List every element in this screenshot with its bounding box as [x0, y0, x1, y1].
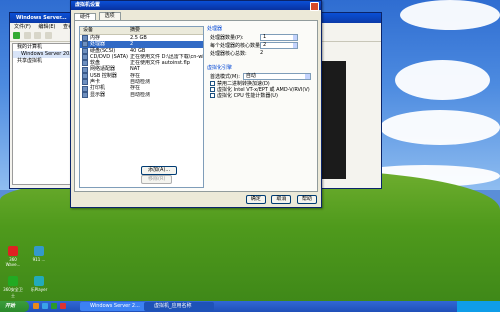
desktop-icon[interactable]: 911 ...	[29, 246, 49, 262]
hard-disk-icon	[82, 47, 88, 54]
device-name: 显示器	[90, 91, 106, 98]
processor-count-row: 处理器数量(P): 1	[207, 33, 311, 41]
close-icon[interactable]	[310, 2, 319, 11]
checkbox-label: 虚拟化 CPU 性能计数器(U)	[217, 92, 278, 99]
desktop-icon-label: 911 ...	[32, 257, 46, 262]
field-label: 每个处理器的核心数量(C):	[210, 42, 270, 49]
toolbar-button[interactable]	[23, 32, 31, 39]
app-icon	[34, 276, 44, 286]
tree-windows-server[interactable]: Windows Server 20...	[13, 51, 74, 58]
desktop-icon-label: 360安全卫士	[3, 287, 23, 298]
cloud	[380, 110, 500, 145]
virtualization-group-title: 虚拟化引擎	[207, 65, 233, 71]
cd-dvd-icon	[82, 54, 88, 61]
printer-icon	[82, 85, 88, 92]
toolbar-button[interactable]	[44, 32, 52, 39]
desktop-icon-label: 360 Wave...	[5, 257, 21, 267]
play-icon[interactable]	[13, 32, 20, 39]
taskbar-task-vmware[interactable]: Windows Server 2...	[80, 302, 150, 311]
cores-per-processor-row: 每个处理器的核心数量(C): 2	[207, 41, 311, 49]
tab-options[interactable]: 选项	[98, 12, 121, 20]
system-tray	[457, 301, 500, 312]
remove-device-button[interactable]: 移除(R)	[141, 175, 173, 184]
app-icon	[8, 246, 18, 256]
desktop-icon[interactable]: 乐Player	[29, 276, 49, 293]
vm-settings-dialog: 虚拟机设置 硬件 选项 设备 摘要 内存 2.5 GB 处理器 2 硬盘(SCS…	[70, 0, 322, 208]
checkbox[interactable]	[210, 92, 215, 98]
quick-launch-icon[interactable]	[51, 303, 57, 309]
processor-group-title: 处理器	[207, 26, 223, 32]
column-device: 设备	[83, 27, 94, 33]
total-cores-row: 处理器核心总数: 2	[207, 49, 311, 57]
cloud	[400, 0, 500, 30]
processor-group: 处理器 处理器数量(P): 1 每个处理器的核心数量(C): 2 处理器核心总数…	[207, 26, 311, 57]
field-label: 首选模式(M):	[210, 73, 240, 80]
usb-icon	[82, 72, 88, 79]
vm-library-panel: 我的计算机 Windows Server 20... 共享虚拟机	[12, 43, 74, 185]
app-icon	[8, 276, 18, 286]
start-button[interactable]: 开始	[0, 301, 29, 312]
display-icon	[82, 91, 88, 98]
tree-shared-vms[interactable]: 共享虚拟机	[13, 58, 71, 65]
device-row[interactable]: 显示器 自动检测	[80, 92, 203, 98]
dialog-buttons: 确定 取消 帮助	[242, 195, 317, 204]
checkbox-row[interactable]: 虚拟化 CPU 性能计数器(U)	[207, 92, 311, 99]
hardware-tab-panel: 设备 摘要 内存 2.5 GB 处理器 2 硬盘(SCSI) 40 GB CD/…	[74, 20, 318, 192]
help-button[interactable]: 帮助	[297, 195, 317, 204]
dialog-tabs: 硬件 选项	[74, 12, 122, 21]
desktop-icon[interactable]: 360安全卫士	[3, 276, 23, 299]
virtualization-group: 虚拟化引擎 首选模式(M): 自动 禁用二进制转换加速(D) 虚拟化 Intel…	[207, 65, 311, 99]
desktop-icon[interactable]: 360 Wave...	[3, 246, 23, 267]
cloud	[395, 60, 490, 100]
checkbox[interactable]	[210, 86, 215, 92]
device-list-header: 设备 摘要	[80, 27, 203, 35]
vm-console-screen[interactable]	[322, 61, 346, 179]
preferred-mode-select[interactable]: 自动	[242, 72, 311, 80]
quick-launch-icon[interactable]	[33, 303, 39, 309]
taskbar: 开始 Windows Server 2... 虚拟机_应用名称	[0, 301, 500, 312]
field-label: 处理器核心总数:	[210, 50, 247, 57]
floppy-icon	[82, 60, 88, 67]
menu-edit[interactable]: 编辑(E)	[38, 24, 55, 30]
tree-my-computer[interactable]: 我的计算机	[13, 44, 71, 51]
device-list: 设备 摘要 内存 2.5 GB 处理器 2 硬盘(SCSI) 40 GB CD/…	[79, 26, 204, 188]
add-device-button[interactable]: 添加(A)...	[141, 166, 178, 175]
taskbar-task-settings[interactable]: 虚拟机_应用名称	[144, 302, 214, 311]
toolbar-button[interactable]	[34, 32, 42, 39]
processor-icon	[82, 41, 88, 48]
app-icon	[34, 246, 44, 256]
total-cores-value: 2	[260, 50, 264, 56]
sound-icon	[82, 79, 88, 86]
quick-launch-icon[interactable]	[42, 303, 48, 309]
cores-per-processor-select[interactable]: 2	[260, 41, 298, 49]
device-summary: 自动检测	[130, 91, 151, 98]
processor-count-select[interactable]: 1	[260, 33, 298, 41]
cancel-button[interactable]: 取消	[271, 195, 292, 204]
network-icon	[82, 66, 88, 73]
field-label: 处理器数量(P):	[210, 34, 244, 41]
column-summary: 摘要	[130, 27, 141, 33]
desktop-icon-label: 乐Player	[30, 287, 48, 292]
dialog-title: 虚拟机设置	[71, 1, 321, 10]
device-buttons: 添加(A)... 移除(R)	[141, 166, 203, 184]
quick-launch-icon[interactable]	[60, 303, 66, 309]
ok-button[interactable]: 确定	[245, 195, 266, 204]
checkbox[interactable]	[210, 80, 215, 86]
menu-file[interactable]: 文件(F)	[14, 24, 31, 30]
memory-icon	[82, 35, 88, 42]
